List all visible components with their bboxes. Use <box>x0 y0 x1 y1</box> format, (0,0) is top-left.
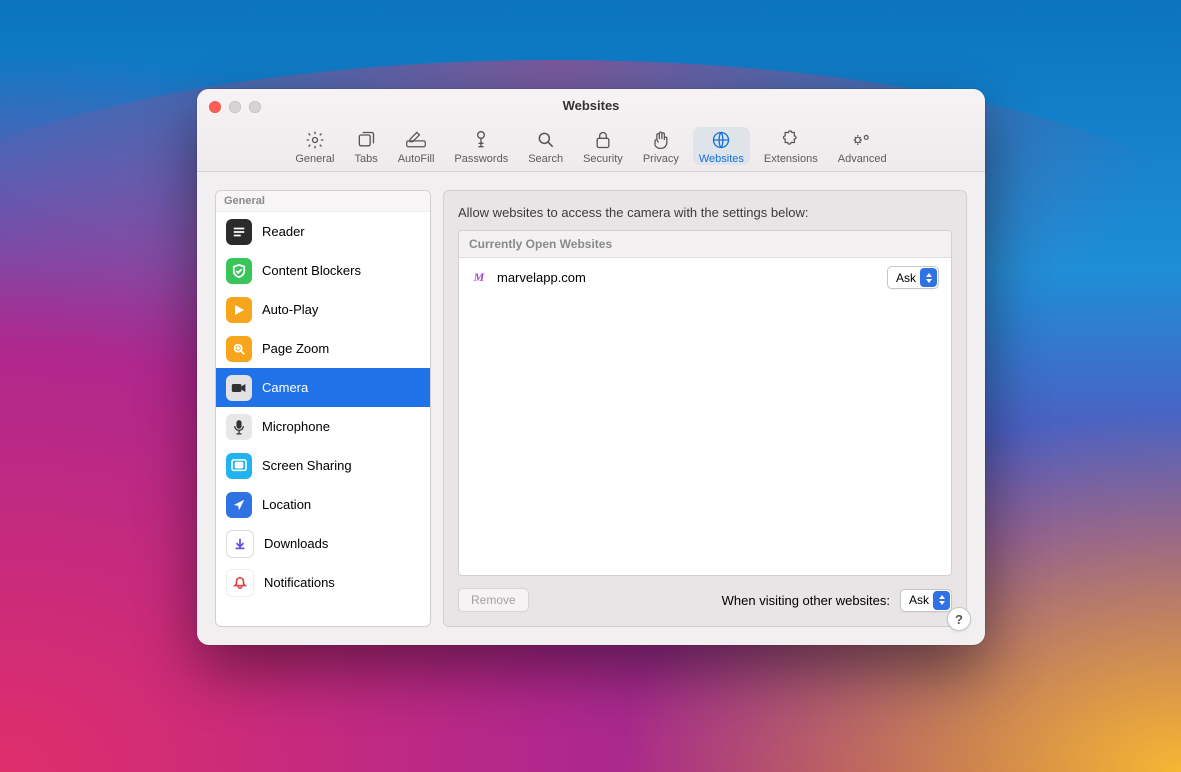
gear-icon <box>304 129 326 151</box>
other-websites-value: Ask <box>909 593 929 607</box>
other-websites-label: When visiting other websites: <box>722 593 890 608</box>
sidebar-item-label: Reader <box>262 224 305 239</box>
sidebar-item-downloads[interactable]: Downloads <box>216 524 430 563</box>
other-websites-select[interactable]: Ask <box>900 589 952 612</box>
sidebar-item-label: Screen Sharing <box>262 458 352 473</box>
sidebar-item-screen-sharing[interactable]: Screen Sharing <box>216 446 430 485</box>
sidebar-item-reader[interactable]: Reader <box>216 212 430 251</box>
reader-icon <box>226 219 252 245</box>
titlebar: Websites General Tabs AutoFill Passwords… <box>197 89 985 172</box>
tab-extensions[interactable]: Extensions <box>758 127 824 165</box>
lock-icon <box>592 129 614 151</box>
remove-button-label: Remove <box>471 593 516 607</box>
website-row[interactable]: M marvelapp.com Ask <box>459 258 951 297</box>
favicon-icon: M <box>471 270 487 286</box>
shield-check-icon <box>226 258 252 284</box>
tab-label: General <box>295 153 334 165</box>
window-body: General Reader Content Blockers Auto-Pla… <box>197 172 985 645</box>
sidebar-section-header: General <box>216 191 430 212</box>
sidebar-item-notifications[interactable]: Notifications <box>216 563 430 602</box>
tab-tabs[interactable]: Tabs <box>348 127 383 165</box>
content-pane: Allow websites to access the camera with… <box>443 190 967 627</box>
list-header: Currently Open Websites <box>459 231 951 258</box>
preferences-toolbar: General Tabs AutoFill Passwords Search S… <box>197 127 985 165</box>
sidebar-item-auto-play[interactable]: Auto-Play <box>216 290 430 329</box>
sidebar-item-label: Notifications <box>264 575 335 590</box>
tab-label: Passwords <box>454 153 508 165</box>
permission-value: Ask <box>896 271 916 285</box>
select-arrows-icon <box>920 268 937 287</box>
bell-icon <box>226 569 254 597</box>
sidebar-item-label: Content Blockers <box>262 263 361 278</box>
tab-security[interactable]: Security <box>577 127 629 165</box>
content-heading: Allow websites to access the camera with… <box>458 205 952 220</box>
camera-icon <box>226 375 252 401</box>
sidebar-item-label: Page Zoom <box>262 341 329 356</box>
hand-icon <box>650 129 672 151</box>
sidebar-item-page-zoom[interactable]: Page Zoom <box>216 329 430 368</box>
content-bottom-bar: Remove When visiting other websites: Ask <box>458 576 952 612</box>
sidebar-item-microphone[interactable]: Microphone <box>216 407 430 446</box>
sidebar-item-location[interactable]: Location <box>216 485 430 524</box>
search-icon <box>535 129 557 151</box>
tab-label: Security <box>583 153 623 165</box>
sidebar-item-label: Microphone <box>262 419 330 434</box>
tabs-icon <box>355 129 377 151</box>
tab-general[interactable]: General <box>289 127 340 165</box>
gears-icon <box>851 129 873 151</box>
websites-list: Currently Open Websites M marvelapp.com … <box>458 230 952 576</box>
permission-select[interactable]: Ask <box>887 266 939 289</box>
tab-label: Search <box>528 153 563 165</box>
settings-sidebar: General Reader Content Blockers Auto-Pla… <box>215 190 431 627</box>
puzzle-icon <box>780 129 802 151</box>
tab-websites[interactable]: Websites <box>693 127 750 165</box>
tab-label: Extensions <box>764 153 818 165</box>
download-icon <box>226 530 254 558</box>
tab-label: Websites <box>699 153 744 165</box>
globe-icon <box>710 129 732 151</box>
window-title: Websites <box>197 98 985 113</box>
screen-sharing-icon <box>226 453 252 479</box>
play-icon <box>226 297 252 323</box>
tab-advanced[interactable]: Advanced <box>832 127 893 165</box>
help-glyph: ? <box>955 612 963 627</box>
sidebar-item-label: Location <box>262 497 311 512</box>
tab-search[interactable]: Search <box>522 127 569 165</box>
help-button[interactable]: ? <box>947 607 971 631</box>
sidebar-item-label: Camera <box>262 380 308 395</box>
tab-autofill[interactable]: AutoFill <box>392 127 441 165</box>
tab-label: Advanced <box>838 153 887 165</box>
location-arrow-icon <box>226 492 252 518</box>
pencil-field-icon <box>405 129 427 151</box>
sidebar-item-content-blockers[interactable]: Content Blockers <box>216 251 430 290</box>
preferences-window: Websites General Tabs AutoFill Passwords… <box>197 89 985 645</box>
remove-button[interactable]: Remove <box>458 588 529 612</box>
tab-privacy[interactable]: Privacy <box>637 127 685 165</box>
website-domain: marvelapp.com <box>497 270 586 285</box>
zoom-icon <box>226 336 252 362</box>
sidebar-item-camera[interactable]: Camera <box>216 368 430 407</box>
sidebar-item-label: Auto-Play <box>262 302 318 317</box>
select-arrows-icon <box>933 591 950 610</box>
tab-label: Tabs <box>354 153 377 165</box>
tab-label: Privacy <box>643 153 679 165</box>
key-icon <box>470 129 492 151</box>
microphone-icon <box>226 414 252 440</box>
tab-label: AutoFill <box>398 153 435 165</box>
tab-passwords[interactable]: Passwords <box>448 127 514 165</box>
sidebar-item-label: Downloads <box>264 536 328 551</box>
